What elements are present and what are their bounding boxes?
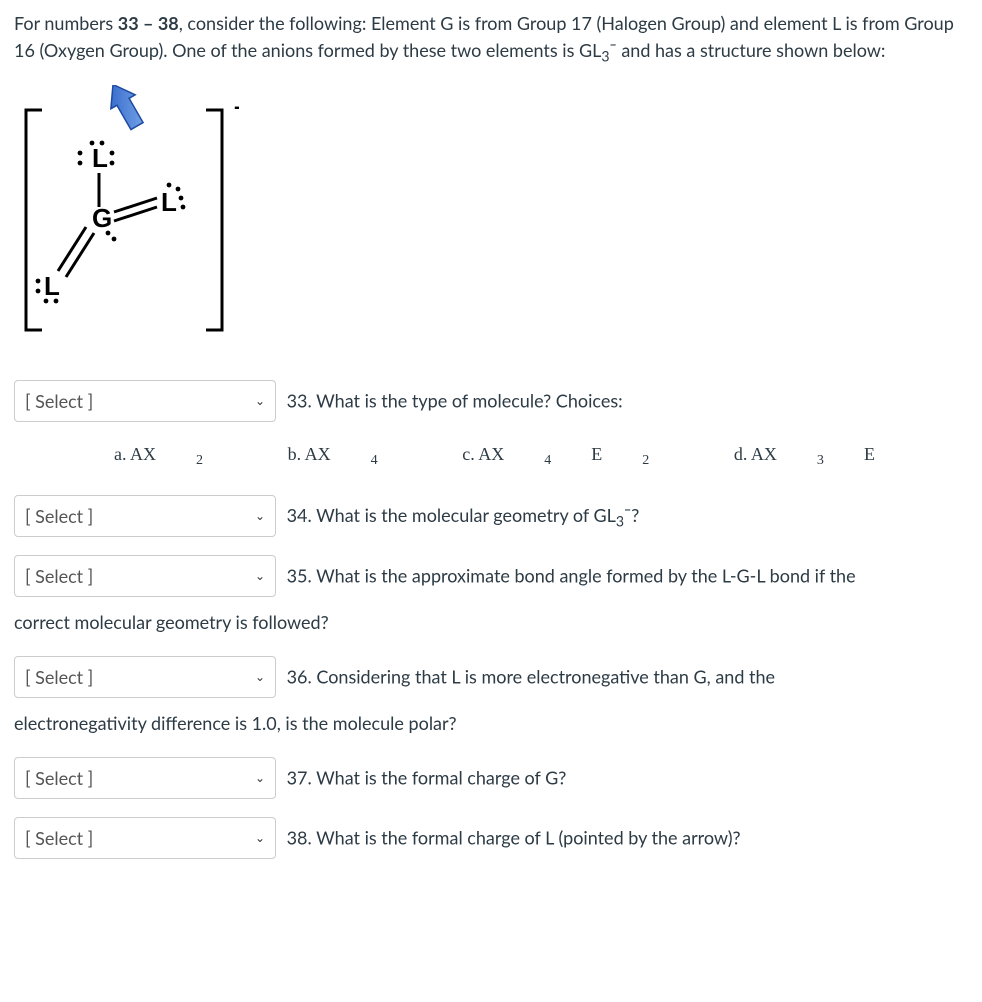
select-placeholder: [ Select ] xyxy=(25,767,93,789)
lewis-structure-diagram: - G L L L xyxy=(14,85,239,340)
select-placeholder: [ Select ] xyxy=(25,565,93,587)
chevron-down-icon: ⌄ xyxy=(255,758,265,798)
choice-b: b. AX4 xyxy=(288,444,418,464)
select-placeholder: [ Select ] xyxy=(25,505,93,527)
q33-choices: a. AX2 b. AX4 c. AX4E2 d. AX3E xyxy=(14,440,968,472)
question-33-row: [ Select ] ⌄ 33. What is the type of mol… xyxy=(14,380,968,422)
atom-g: G xyxy=(92,203,112,233)
charge-minus: - xyxy=(234,96,239,118)
question-37-row: [ Select ] ⌄ 37. What is the formal char… xyxy=(14,757,968,799)
select-q36[interactable]: [ Select ] ⌄ xyxy=(14,656,276,698)
arrow-icon xyxy=(101,85,149,133)
q33-text: 33. What is the type of molecule? Choice… xyxy=(287,389,623,411)
chevron-down-icon: ⌄ xyxy=(255,496,265,536)
q36-text: 36. Considering that L is more electrone… xyxy=(287,666,775,688)
q35-cont: correct molecular geometry is followed? xyxy=(14,607,968,638)
intro-body2: and has a structure shown below: xyxy=(617,39,886,61)
select-placeholder: [ Select ] xyxy=(25,666,93,688)
choice-c: c. AX4E2 xyxy=(462,444,689,464)
select-q38[interactable]: [ Select ] ⌄ xyxy=(14,817,276,859)
chevron-down-icon: ⌄ xyxy=(255,556,265,596)
chevron-down-icon: ⌄ xyxy=(255,657,265,697)
intro-range: 33 – 38 xyxy=(118,12,179,34)
question-intro: For numbers 33 – 38, consider the follow… xyxy=(14,10,968,67)
question-35-row: [ Select ] ⌄ 35. What is the approximate… xyxy=(14,555,968,638)
q38-text: 38. What is the formal charge of L (poin… xyxy=(287,826,741,848)
chevron-down-icon: ⌄ xyxy=(255,381,265,421)
q37-text: 37. What is the formal charge of G? xyxy=(287,766,567,788)
q35-text: 35. What is the approximate bond angle f… xyxy=(287,565,856,587)
choice-a: a. AX2 xyxy=(114,444,243,464)
intro-sub3: 3 xyxy=(601,48,609,65)
atom-l-right: L xyxy=(161,187,177,217)
q36-cont: electronegativity difference is 1.0, is … xyxy=(14,708,968,739)
intro-charge: ¯ xyxy=(610,39,617,61)
question-34-row: [ Select ] ⌄ 34. What is the molecular g… xyxy=(14,495,968,537)
select-placeholder: [ Select ] xyxy=(25,390,93,412)
question-38-row: [ Select ] ⌄ 38. What is the formal char… xyxy=(14,817,968,859)
select-placeholder: [ Select ] xyxy=(25,827,93,849)
q34-text: 34. What is the molecular geometry of GL… xyxy=(287,504,640,526)
select-q35[interactable]: [ Select ] ⌄ xyxy=(14,555,276,597)
chevron-down-icon: ⌄ xyxy=(255,818,265,858)
atom-l-bottom-left: L xyxy=(44,271,60,301)
select-q34[interactable]: [ Select ] ⌄ xyxy=(14,495,276,537)
intro-prefix: For numbers xyxy=(14,12,118,34)
choice-d: d. AX3E xyxy=(734,444,915,464)
question-36-row: [ Select ] ⌄ 36. Considering that L is m… xyxy=(14,656,968,739)
atom-l-top: L xyxy=(92,143,108,173)
select-q37[interactable]: [ Select ] ⌄ xyxy=(14,757,276,799)
select-q33[interactable]: [ Select ] ⌄ xyxy=(14,380,276,422)
